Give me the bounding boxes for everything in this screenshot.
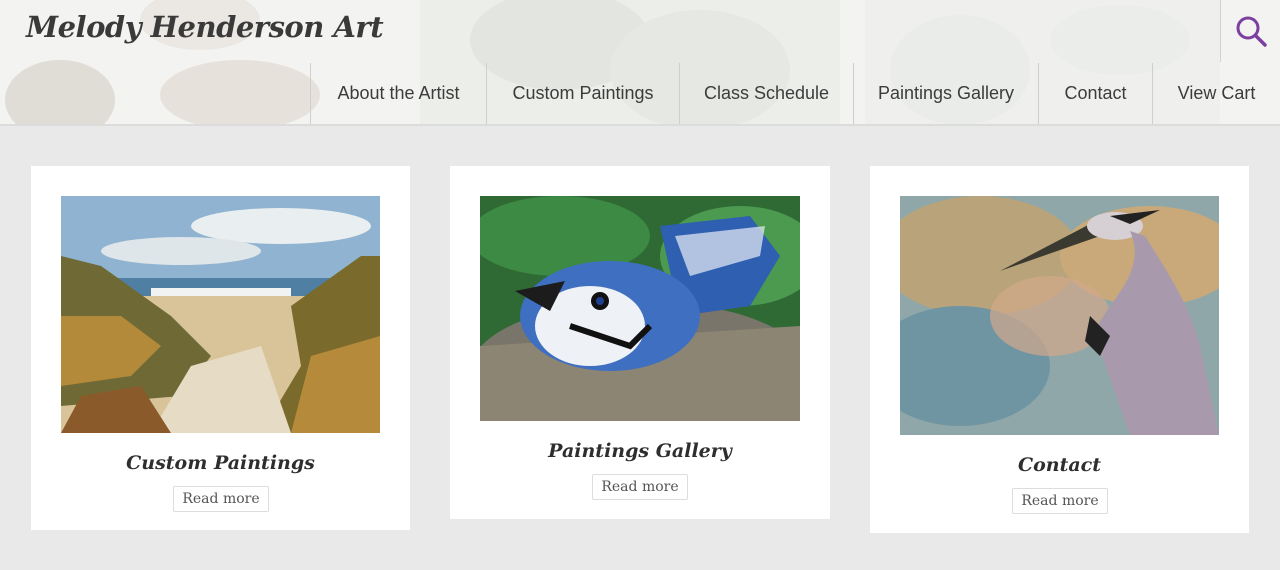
nav-item-label: About the Artist [337, 83, 460, 103]
site-title[interactable]: Melody Henderson Art [26, 10, 384, 44]
nav-item-label: Custom Paintings [512, 83, 654, 103]
beach-dunes-painting[interactable] [61, 196, 380, 433]
card-title[interactable]: Contact [870, 454, 1249, 476]
nav-item-label: Class Schedule [703, 83, 830, 103]
card-custom-paintings: Custom Paintings Read more [31, 166, 410, 530]
card-title[interactable]: Custom Paintings [31, 452, 410, 474]
nav-item-custom-paintings[interactable]: Custom Paintings [486, 63, 679, 124]
card-contact: Contact Read more [870, 166, 1249, 533]
nav-item-label: Contact [1064, 83, 1127, 103]
nav-item-label: Paintings Gallery [877, 83, 1015, 103]
nav-item-contact[interactable]: Contact [1038, 63, 1152, 124]
blue-jay-nest-painting[interactable] [480, 196, 800, 421]
card-paintings-gallery: Paintings Gallery Read more [450, 166, 830, 519]
heron-painting[interactable] [900, 196, 1219, 435]
read-more-button[interactable]: Read more [173, 486, 269, 512]
read-more-button[interactable]: Read more [592, 474, 688, 500]
card-title[interactable]: Paintings Gallery [450, 440, 830, 462]
site-header: Melody Henderson Art About the Artist Cu… [0, 0, 1280, 126]
nav-item-about-the-artist[interactable]: About the Artist [310, 63, 486, 124]
search-button[interactable] [1220, 0, 1280, 62]
nav-item-view-cart[interactable]: View Cart [1152, 63, 1280, 124]
nav-item-paintings-gallery[interactable]: Paintings Gallery [853, 63, 1038, 124]
nav-item-class-schedule[interactable]: Class Schedule [679, 63, 853, 124]
read-more-button[interactable]: Read more [1012, 488, 1108, 514]
search-icon [1236, 16, 1267, 47]
main-nav: About the Artist Custom Paintings Class … [310, 63, 1280, 124]
nav-item-label: View Cart [1177, 83, 1256, 103]
